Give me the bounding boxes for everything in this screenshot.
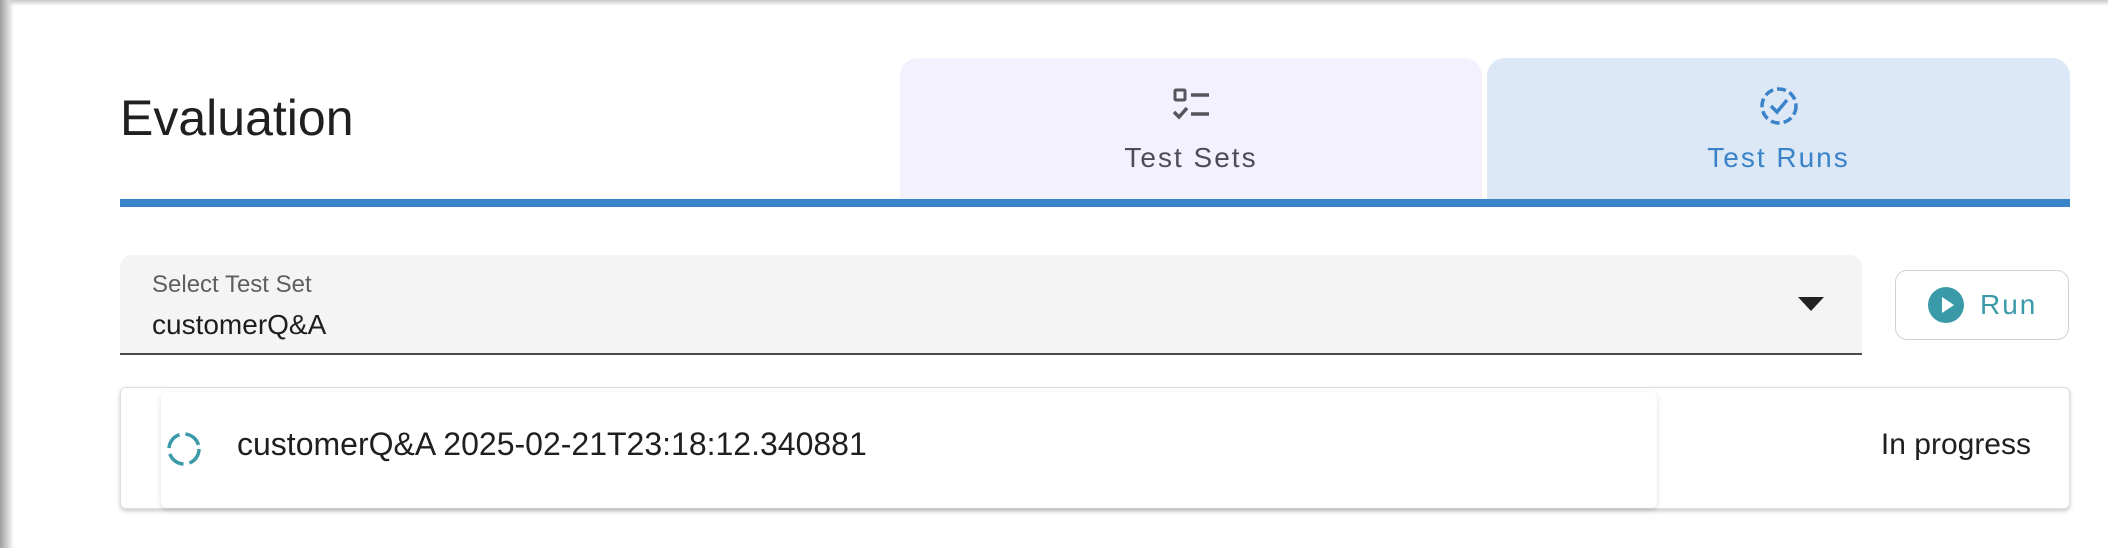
run-button[interactable]: Run	[1895, 270, 2069, 340]
test-run-item[interactable]: customerQ&A 2025-02-21T23:18:12.340881 I…	[120, 387, 2070, 509]
tab-indicator	[120, 199, 2070, 207]
test-run-status: In progress	[1880, 428, 2031, 461]
tab-test-sets-label: Test Sets	[1124, 142, 1258, 173]
select-test-set-value: customerQ&A	[152, 309, 327, 340]
page-title: Evaluation	[120, 90, 354, 146]
spinner-icon	[167, 432, 201, 466]
dashed-check-circle-icon	[1759, 87, 1798, 125]
left-edge-shadow	[0, 0, 14, 548]
test-set-select[interactable]: Select Test Set customerQ&A	[120, 255, 1862, 355]
test-run-name: customerQ&A 2025-02-21T23:18:12.340881	[237, 426, 867, 462]
top-edge-shadow	[0, 0, 2108, 6]
play-circle-icon	[1928, 287, 1964, 323]
checklist-icon	[1172, 88, 1209, 120]
dropdown-arrow-icon[interactable]	[1798, 297, 1824, 311]
select-test-set-label: Select Test Set	[152, 271, 312, 298]
run-button-label: Run	[1980, 289, 2038, 320]
tab-test-sets[interactable]: Test Sets	[900, 58, 1482, 200]
tab-test-runs[interactable]: Test Runs	[1487, 58, 2070, 200]
tab-test-runs-label: Test Runs	[1707, 142, 1850, 173]
